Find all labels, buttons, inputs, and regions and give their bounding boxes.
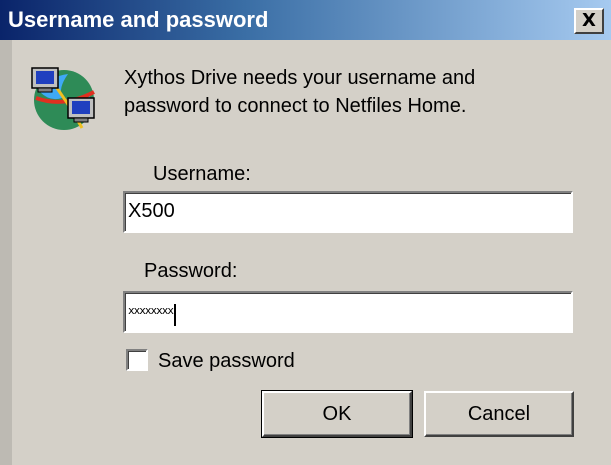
password-field[interactable]: xxxxxxxx: [123, 291, 573, 333]
close-button[interactable]: X: [574, 8, 604, 34]
left-edge-strip: [0, 40, 12, 465]
password-masked-value: xxxxxxxx: [128, 304, 174, 317]
prompt-message-line-1: Xythos Drive needs your username and: [124, 67, 476, 89]
username-field[interactable]: X500: [123, 191, 573, 233]
cancel-button[interactable]: Cancel: [424, 391, 574, 437]
title-bar[interactable]: Username and password X: [0, 0, 611, 40]
prompt-message-line-2: password to connect to Netfiles Home.: [124, 95, 467, 117]
save-password-label[interactable]: Save password: [158, 349, 295, 373]
ok-button[interactable]: OK: [261, 390, 413, 438]
prompt-message: Xythos Drive needs your username and pas…: [124, 64, 584, 120]
close-icon: X: [582, 10, 596, 31]
save-password-checkbox[interactable]: [126, 349, 148, 371]
login-dialog: Username and password X Xythos Drive nee…: [0, 0, 611, 465]
text-caret: [173, 304, 176, 326]
network-computers-icon: [31, 67, 95, 130]
dialog-title: Username and password: [8, 7, 269, 32]
password-label: Password:: [144, 260, 238, 282]
username-label: Username:: [153, 163, 251, 185]
username-value: X500: [128, 200, 175, 222]
